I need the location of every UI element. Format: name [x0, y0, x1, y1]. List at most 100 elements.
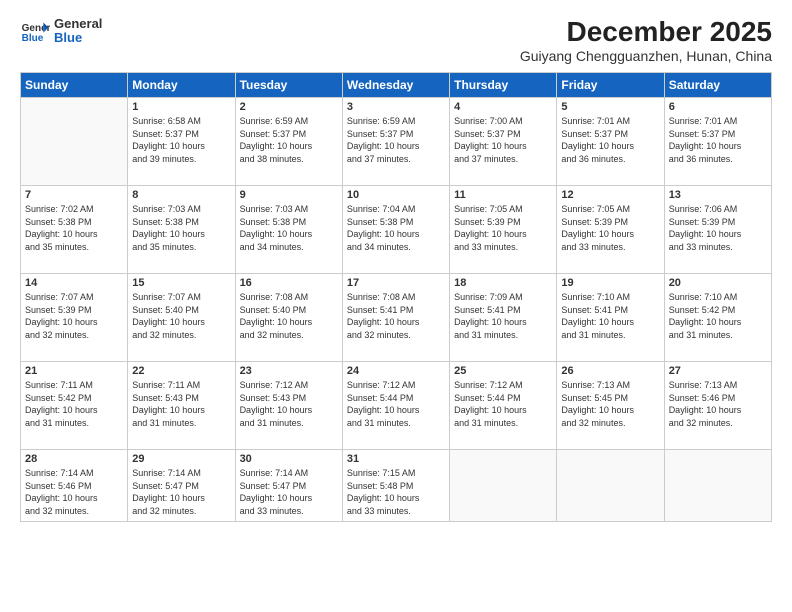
- day-info: Sunrise: 7:02 AM Sunset: 5:38 PM Dayligh…: [25, 203, 123, 253]
- calendar-row-2: 14 Sunrise: 7:07 AM Sunset: 5:39 PM Dayli…: [21, 274, 772, 362]
- calendar-cell: 21Sunrise: 7:11 AM Sunset: 5:42 PM Dayli…: [21, 362, 128, 450]
- calendar-cell: 6 Sunrise: 7:01 AM Sunset: 5:37 PM Daylig…: [664, 98, 771, 186]
- day-info: Sunrise: 7:00 AM Sunset: 5:37 PM Dayligh…: [454, 115, 552, 165]
- day-number: 5: [561, 101, 659, 113]
- day-number: 28: [25, 453, 123, 465]
- day-info: Sunrise: 7:14 AM Sunset: 5:47 PM Dayligh…: [132, 467, 230, 517]
- calendar-cell: [557, 450, 664, 522]
- day-info: Sunrise: 7:06 AM Sunset: 5:39 PM Dayligh…: [669, 203, 767, 253]
- calendar-cell: 30 Sunrise: 7:14 AM Sunset: 5:47 PM Dayli…: [235, 450, 342, 522]
- calendar-cell: 18 Sunrise: 7:09 AM Sunset: 5:41 PM Dayli…: [450, 274, 557, 362]
- calendar-cell: 29Sunrise: 7:14 AM Sunset: 5:47 PM Dayli…: [128, 450, 235, 522]
- calendar-cell: 8 Sunrise: 7:03 AM Sunset: 5:38 PM Daylig…: [128, 186, 235, 274]
- calendar-cell: 23 Sunrise: 7:12 AM Sunset: 5:43 PM Dayli…: [235, 362, 342, 450]
- day-number: 25: [454, 365, 552, 377]
- day-info: Sunrise: 7:01 AM Sunset: 5:37 PM Dayligh…: [669, 115, 767, 165]
- day-number: 16: [240, 277, 338, 289]
- logo-text: General Blue: [54, 17, 102, 46]
- day-info: Sunrise: 7:03 AM Sunset: 5:38 PM Dayligh…: [240, 203, 338, 253]
- calendar-cell: 3Sunrise: 6:59 AM Sunset: 5:37 PM Daylig…: [342, 98, 449, 186]
- day-info: Sunrise: 7:10 AM Sunset: 5:42 PM Dayligh…: [669, 291, 767, 341]
- calendar-cell: 11Sunrise: 7:05 AM Sunset: 5:39 PM Dayli…: [450, 186, 557, 274]
- calendar-cell: 24 Sunrise: 7:12 AM Sunset: 5:44 PM Dayli…: [342, 362, 449, 450]
- day-number: 4: [454, 101, 552, 113]
- calendar-row-0: 1Sunrise: 6:58 AM Sunset: 5:37 PM Daylig…: [21, 98, 772, 186]
- calendar-row-3: 21Sunrise: 7:11 AM Sunset: 5:42 PM Dayli…: [21, 362, 772, 450]
- calendar-cell: 13 Sunrise: 7:06 AM Sunset: 5:39 PM Dayli…: [664, 186, 771, 274]
- day-info: Sunrise: 7:07 AM Sunset: 5:39 PM Dayligh…: [25, 291, 123, 341]
- day-info: Sunrise: 7:09 AM Sunset: 5:41 PM Dayligh…: [454, 291, 552, 341]
- calendar-cell: 31Sunrise: 7:15 AM Sunset: 5:48 PM Dayli…: [342, 450, 449, 522]
- day-number: 8: [132, 189, 230, 201]
- day-number: 6: [669, 101, 767, 113]
- day-info: Sunrise: 6:59 AM Sunset: 5:37 PM Dayligh…: [347, 115, 445, 165]
- day-number: 27: [669, 365, 767, 377]
- day-info: Sunrise: 7:12 AM Sunset: 5:44 PM Dayligh…: [454, 379, 552, 429]
- calendar-table: SundayMondayTuesdayWednesdayThursdayFrid…: [20, 72, 772, 522]
- calendar-header-friday: Friday: [557, 73, 664, 98]
- calendar-cell: [664, 450, 771, 522]
- day-number: 14: [25, 277, 123, 289]
- location-title: Guiyang Chengguanzhen, Hunan, China: [520, 48, 772, 64]
- day-info: Sunrise: 6:59 AM Sunset: 5:37 PM Dayligh…: [240, 115, 338, 165]
- day-info: Sunrise: 7:04 AM Sunset: 5:38 PM Dayligh…: [347, 203, 445, 253]
- calendar-row-4: 28 Sunrise: 7:14 AM Sunset: 5:46 PM Dayli…: [21, 450, 772, 522]
- calendar-cell: 25 Sunrise: 7:12 AM Sunset: 5:44 PM Dayli…: [450, 362, 557, 450]
- day-info: Sunrise: 7:14 AM Sunset: 5:46 PM Dayligh…: [25, 467, 123, 517]
- day-number: 7: [25, 189, 123, 201]
- calendar-header-monday: Monday: [128, 73, 235, 98]
- day-info: Sunrise: 7:07 AM Sunset: 5:40 PM Dayligh…: [132, 291, 230, 341]
- day-info: Sunrise: 7:11 AM Sunset: 5:43 PM Dayligh…: [132, 379, 230, 429]
- day-info: Sunrise: 7:05 AM Sunset: 5:39 PM Dayligh…: [454, 203, 552, 253]
- day-info: Sunrise: 7:05 AM Sunset: 5:39 PM Dayligh…: [561, 203, 659, 253]
- day-number: 9: [240, 189, 338, 201]
- day-number: 2: [240, 101, 338, 113]
- calendar-header-row: SundayMondayTuesdayWednesdayThursdayFrid…: [21, 73, 772, 98]
- logo-general-text: General: [54, 17, 102, 31]
- calendar-cell: 16 Sunrise: 7:08 AM Sunset: 5:40 PM Dayli…: [235, 274, 342, 362]
- day-number: 22: [132, 365, 230, 377]
- calendar-cell: 5 Sunrise: 7:01 AM Sunset: 5:37 PM Daylig…: [557, 98, 664, 186]
- day-number: 30: [240, 453, 338, 465]
- page-header: General Blue General Blue December 2025 …: [20, 16, 772, 64]
- calendar-cell: 19Sunrise: 7:10 AM Sunset: 5:41 PM Dayli…: [557, 274, 664, 362]
- day-info: Sunrise: 7:14 AM Sunset: 5:47 PM Dayligh…: [240, 467, 338, 517]
- logo-icon: General Blue: [20, 16, 50, 46]
- calendar-cell: 9 Sunrise: 7:03 AM Sunset: 5:38 PM Daylig…: [235, 186, 342, 274]
- calendar-cell: 22 Sunrise: 7:11 AM Sunset: 5:43 PM Dayli…: [128, 362, 235, 450]
- title-block: December 2025 Guiyang Chengguanzhen, Hun…: [520, 16, 772, 64]
- logo: General Blue General Blue: [20, 16, 102, 46]
- day-number: 23: [240, 365, 338, 377]
- day-info: Sunrise: 6:58 AM Sunset: 5:37 PM Dayligh…: [132, 115, 230, 165]
- day-number: 10: [347, 189, 445, 201]
- calendar-cell: 17Sunrise: 7:08 AM Sunset: 5:41 PM Dayli…: [342, 274, 449, 362]
- calendar-header-wednesday: Wednesday: [342, 73, 449, 98]
- day-info: Sunrise: 7:11 AM Sunset: 5:42 PM Dayligh…: [25, 379, 123, 429]
- day-info: Sunrise: 7:13 AM Sunset: 5:45 PM Dayligh…: [561, 379, 659, 429]
- day-number: 31: [347, 453, 445, 465]
- calendar-cell: 26Sunrise: 7:13 AM Sunset: 5:45 PM Dayli…: [557, 362, 664, 450]
- day-info: Sunrise: 7:12 AM Sunset: 5:43 PM Dayligh…: [240, 379, 338, 429]
- day-info: Sunrise: 7:03 AM Sunset: 5:38 PM Dayligh…: [132, 203, 230, 253]
- day-info: Sunrise: 7:01 AM Sunset: 5:37 PM Dayligh…: [561, 115, 659, 165]
- day-info: Sunrise: 7:12 AM Sunset: 5:44 PM Dayligh…: [347, 379, 445, 429]
- calendar-row-1: 7 Sunrise: 7:02 AM Sunset: 5:38 PM Daylig…: [21, 186, 772, 274]
- calendar-cell: [21, 98, 128, 186]
- calendar-cell: 7 Sunrise: 7:02 AM Sunset: 5:38 PM Daylig…: [21, 186, 128, 274]
- day-info: Sunrise: 7:08 AM Sunset: 5:41 PM Dayligh…: [347, 291, 445, 341]
- page-container: General Blue General Blue December 2025 …: [0, 0, 792, 612]
- calendar-cell: 2 Sunrise: 6:59 AM Sunset: 5:37 PM Daylig…: [235, 98, 342, 186]
- day-number: 20: [669, 277, 767, 289]
- calendar-cell: 12Sunrise: 7:05 AM Sunset: 5:39 PM Dayli…: [557, 186, 664, 274]
- month-title: December 2025: [520, 16, 772, 48]
- calendar-cell: 14 Sunrise: 7:07 AM Sunset: 5:39 PM Dayli…: [21, 274, 128, 362]
- day-number: 24: [347, 365, 445, 377]
- day-number: 13: [669, 189, 767, 201]
- logo-blue-text: Blue: [54, 31, 102, 45]
- calendar-cell: [450, 450, 557, 522]
- svg-text:Blue: Blue: [22, 33, 44, 44]
- day-info: Sunrise: 7:08 AM Sunset: 5:40 PM Dayligh…: [240, 291, 338, 341]
- calendar-cell: 20 Sunrise: 7:10 AM Sunset: 5:42 PM Dayli…: [664, 274, 771, 362]
- calendar-header-thursday: Thursday: [450, 73, 557, 98]
- day-number: 18: [454, 277, 552, 289]
